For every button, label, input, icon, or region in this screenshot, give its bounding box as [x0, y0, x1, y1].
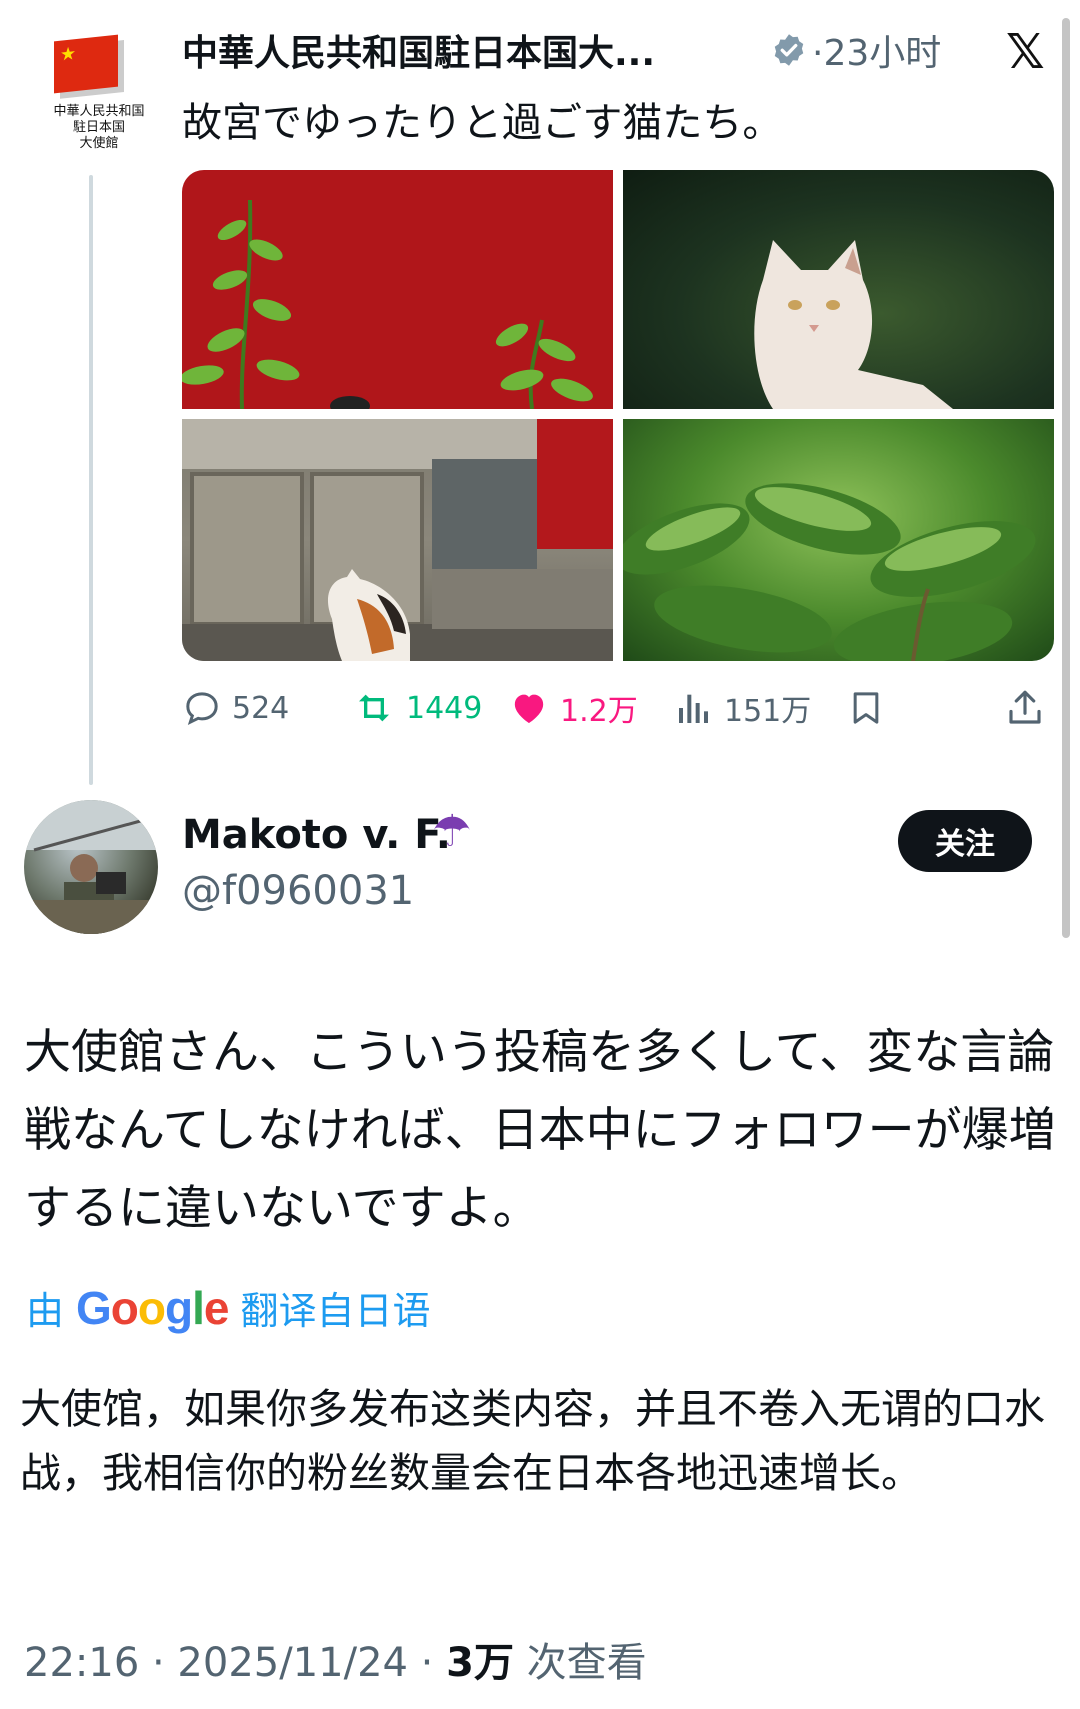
google-letter: o: [110, 1281, 139, 1334]
follow-button[interactable]: 关注: [898, 810, 1032, 872]
share-icon: [1009, 690, 1041, 724]
umbrella-icon: ☂: [432, 806, 472, 857]
china-flag-icon: ★: [54, 34, 118, 94]
translation-attribution[interactable]: 由 Google 翻译自日语: [26, 1280, 431, 1335]
google-letter: g: [165, 1281, 193, 1334]
retweet-icon: [359, 694, 389, 722]
google-logo: Google: [76, 1281, 230, 1335]
scrollbar[interactable]: [1062, 18, 1070, 938]
view-count: 3万: [446, 1640, 514, 1686]
translate-prefix: 由: [26, 1289, 65, 1333]
heart-icon: [514, 694, 544, 723]
bookmark-icon: [853, 692, 879, 724]
google-letter: l: [192, 1281, 205, 1334]
retweet-action[interactable]: 1449: [352, 680, 482, 736]
tweet-timestamp[interactable]: 22:16 · 2025/11/24 ·: [24, 1640, 446, 1686]
photo-calico-cat[interactable]: [182, 419, 613, 661]
bookmark-button[interactable]: [846, 680, 896, 736]
x-logo-icon[interactable]: 𝕏: [1006, 24, 1045, 80]
translated-text: 大使馆，如果你多发布这类内容，并且不卷入无谓的口水战，我相信你的粉丝数量会在日本…: [20, 1385, 1045, 1497]
share-button[interactable]: [1004, 680, 1056, 736]
photo-red-wall[interactable]: [182, 170, 613, 409]
like-count: 1.2万: [560, 694, 638, 729]
google-letter: G: [76, 1281, 112, 1334]
photo-white-cat[interactable]: [623, 170, 1054, 409]
google-letter: o: [137, 1281, 166, 1334]
retweet-count: 1449: [406, 690, 483, 726]
verified-badge-icon: [774, 34, 804, 66]
reply-tweet-text: 大使館さん、こういう投稿を多くして、変な言論戦なんてしなければ、日本中にフォロワ…: [24, 1025, 1056, 1236]
like-action[interactable]: 1.2万: [508, 680, 638, 736]
quoted-author-name[interactable]: 中華人民共和国駐日本国大...: [182, 24, 655, 76]
reply-icon: [186, 692, 218, 726]
thread-line: [89, 175, 93, 785]
action-bar: 524 1449 1.2万 151万: [182, 680, 1054, 736]
reply-action[interactable]: 524: [182, 680, 289, 736]
photo-green-leaves[interactable]: [623, 419, 1054, 661]
views-chart-icon: [679, 694, 708, 723]
quoted-timestamp[interactable]: ·23小时: [812, 24, 941, 76]
view-label: 次查看: [513, 1640, 647, 1686]
reply-author-name[interactable]: Makoto v. F.: [182, 812, 451, 858]
quoted-tweet-text: 故宮でゆったりと過ごす猫たち。: [182, 100, 783, 146]
reply-author-handle[interactable]: @f0960031: [182, 868, 414, 914]
avatar[interactable]: [24, 800, 158, 934]
google-letter: e: [203, 1281, 230, 1334]
embassy-avatar[interactable]: ★ 中華人民共和国 駐日本国 大使館: [48, 32, 148, 162]
translate-suffix: 翻译自日语: [240, 1289, 431, 1333]
reply-count: 524: [232, 690, 290, 726]
tweet-meta: 22:16 · 2025/11/24 · 3万 次查看: [24, 1630, 647, 1688]
views-action[interactable]: 151万: [674, 680, 811, 736]
avatar-label: 中華人民共和国 駐日本国 大使館: [53, 104, 145, 151]
image-grid: [182, 170, 1054, 661]
views-count: 151万: [724, 694, 812, 729]
